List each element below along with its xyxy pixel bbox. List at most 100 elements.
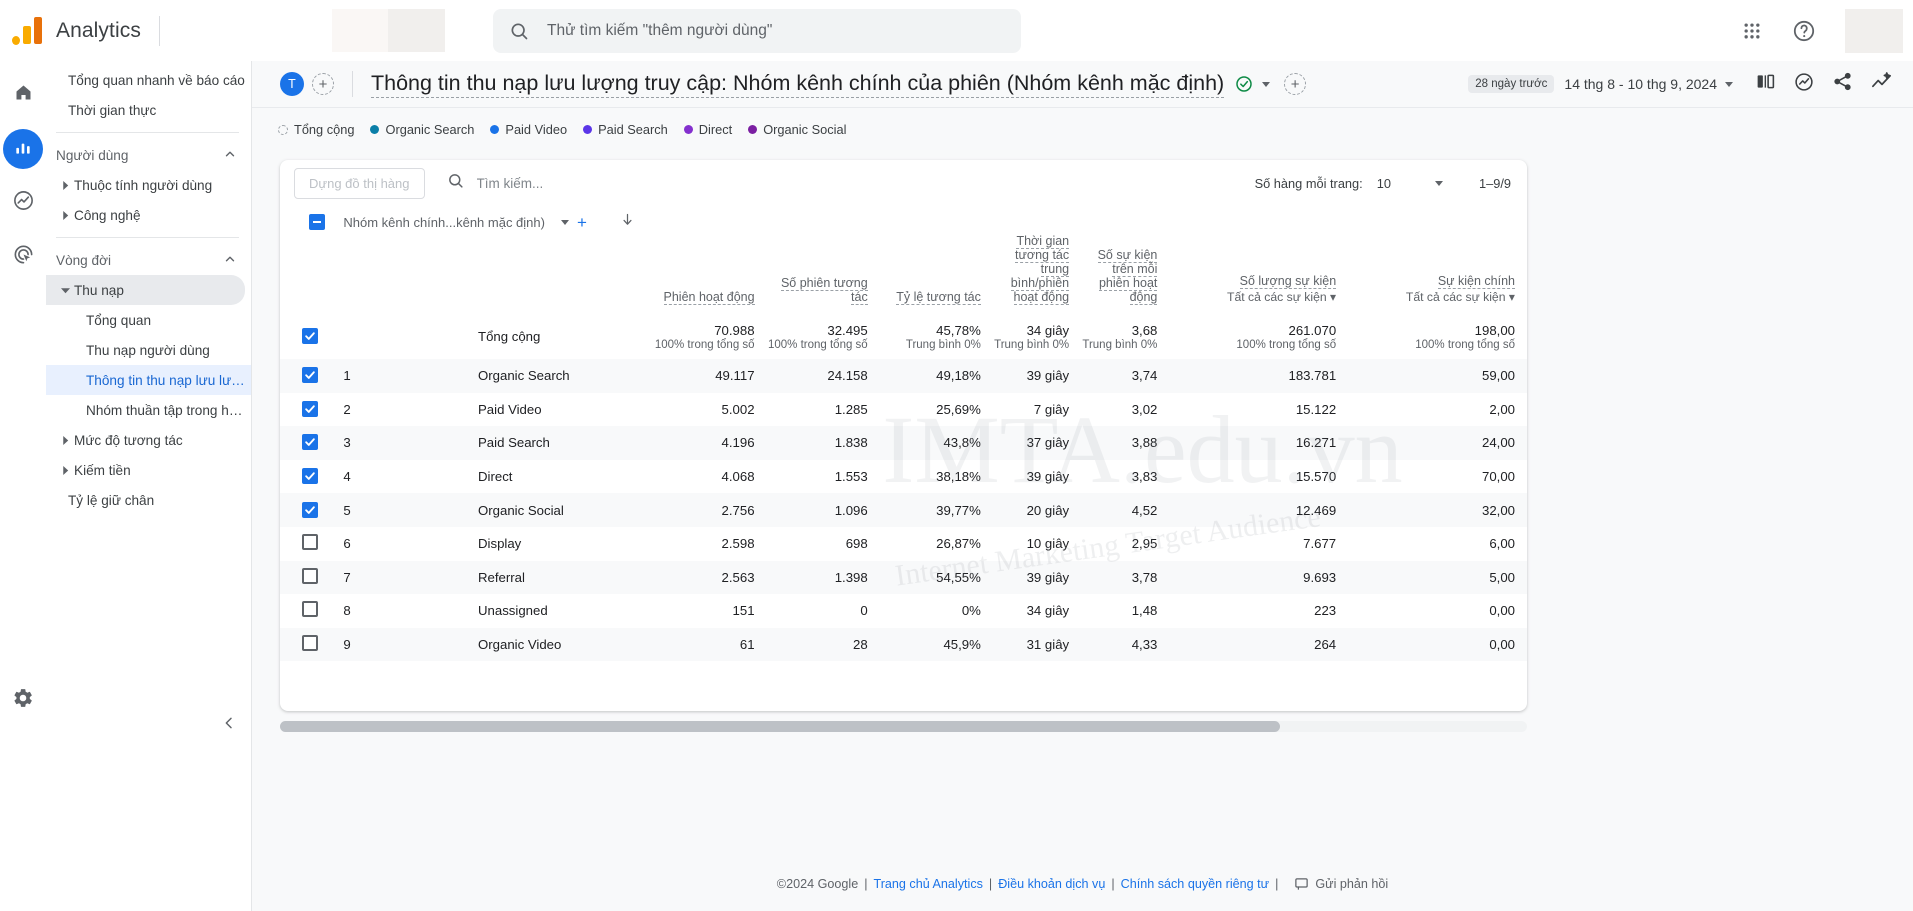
sidebar-item-7[interactable]: Tổng quan [46, 305, 245, 335]
compare-icon[interactable] [1755, 71, 1776, 97]
sidebar-collapse-button[interactable] [216, 710, 242, 736]
row-label-cell[interactable]: Unassigned [478, 594, 653, 628]
row-label-cell[interactable]: Direct [478, 460, 653, 494]
footer-link-privacy[interactable]: Chính sách quyền riêng tư [1121, 877, 1269, 891]
sidebar-item-10[interactable]: Nhóm thuần tập trong hoạ... [46, 395, 245, 425]
sidebar-item-12[interactable]: Kiếm tiền [46, 455, 245, 485]
table-row[interactable]: 1 Organic Search 49.117 24.158 49,18% 39 giây… [280, 359, 1527, 393]
share-icon[interactable] [1832, 71, 1853, 97]
table-row[interactable]: 2 Paid Video 5.002 1.285 25,69% 7 giây 3,02 15.… [280, 393, 1527, 427]
global-search[interactable] [493, 8, 1021, 53]
table-row[interactable]: 6 Display 2.598 698 26,87% 10 giây 2,95 7.677 6,… [280, 527, 1527, 561]
column-header-3[interactable]: Thời gian tương tác trung bình/phiên hoạ… [993, 206, 1081, 314]
rows-per-page-select[interactable]: 10 [1377, 176, 1443, 191]
table-row[interactable]: 9 Organic Video 61 28 45,9% 31 giây 4,33 264 0,0… [280, 627, 1527, 662]
table-row[interactable]: 8 Unassigned 151 0 0% 34 giây 1,48 223 0,00 [280, 594, 1527, 628]
apps-grid-icon[interactable] [1735, 14, 1769, 48]
row-checkbox[interactable] [302, 501, 318, 518]
legend-item-4[interactable]: Direct [683, 122, 732, 137]
dimension-header-label[interactable]: Nhóm kênh chính...kênh mặc định) [343, 215, 545, 230]
sidebar-item-9[interactable]: Thông tin thu nạp lưu lượn... [46, 365, 251, 395]
column-header-1[interactable]: Số phiên tương tác [767, 206, 880, 314]
verified-status[interactable] [1234, 74, 1271, 94]
row-label-cell[interactable]: Organic Search [478, 359, 653, 393]
date-range-selector[interactable]: 28 ngày trước 14 thg 8 - 10 thg 9, 2024 [1468, 75, 1733, 93]
legend-item-1[interactable]: Organic Search [370, 122, 474, 137]
row-checkbox[interactable] [302, 534, 318, 551]
table-row[interactable]: 7 Referral 2.563 1.398 54,55% 39 giây 3,78 9.69… [280, 560, 1527, 595]
row-checkbox-cell[interactable] [280, 460, 343, 494]
rail-item-home[interactable] [3, 75, 43, 115]
footer-link-analytics-home[interactable]: Trang chủ Analytics [873, 877, 982, 891]
chevron-down-icon[interactable] [560, 220, 569, 225]
row-label-cell[interactable]: Referral [478, 561, 653, 595]
legend-item-0[interactable]: Tổng cộng [278, 122, 354, 137]
row-checkbox-cell[interactable] [280, 359, 343, 393]
column-header-6[interactable]: Sự kiện chính Tất cả các sự kiện ▾ [1348, 206, 1527, 314]
row-checkbox-cell[interactable] [280, 426, 343, 460]
horizontal-scrollbar[interactable] [280, 721, 1527, 732]
account-chip-placeholder[interactable] [332, 9, 388, 52]
row-checkbox-cell[interactable] [280, 594, 343, 628]
search-input[interactable] [545, 20, 1005, 41]
column-header-2[interactable]: Tỷ lệ tương tác [880, 206, 993, 314]
row-checkbox[interactable] [302, 400, 318, 417]
column-header-4[interactable]: Số sự kiện trên mỗi phiên hoạt động [1081, 206, 1169, 314]
sidebar-item-1[interactable]: Thời gian thực [46, 95, 245, 125]
row-checkbox-cell[interactable] [280, 314, 343, 359]
table-row[interactable]: 4 Direct 4.068 1.553 38,18% 39 giây 3,83 15.570… [280, 460, 1527, 494]
row-label-cell[interactable]: Paid Video [478, 393, 653, 427]
table-row[interactable]: 3 Paid Search 4.196 1.838 43,8% 37 giây 3,88 16… [280, 426, 1527, 460]
row-checkbox[interactable] [302, 567, 318, 584]
help-circle-icon[interactable] [1787, 14, 1821, 48]
rail-item-advertising[interactable] [3, 237, 43, 277]
row-checkbox-cell[interactable] [280, 527, 343, 561]
row-checkbox[interactable] [302, 367, 318, 384]
chevron-up-icon[interactable] [223, 147, 237, 164]
chevron-up-icon[interactable] [223, 252, 237, 269]
row-checkbox-cell[interactable] [280, 493, 343, 527]
scrollbar-thumb[interactable] [280, 721, 1280, 732]
sidebar-item-8[interactable]: Thu nạp người dùng [46, 335, 245, 365]
sidebar-item-11[interactable]: Mức độ tương tác [46, 425, 245, 455]
sidebar-item-3[interactable]: Thuộc tính người dùng [46, 170, 245, 200]
rail-item-settings[interactable] [3, 680, 43, 720]
page-title[interactable]: Thông tin thu nạp lưu lượng truy cập: Nh… [371, 71, 1225, 98]
rail-item-reports[interactable] [3, 129, 43, 169]
send-feedback-button[interactable]: Gửi phản hồi [1294, 876, 1388, 891]
sidebar-item-13[interactable]: Tỷ lệ giữ chân [46, 485, 245, 515]
trend-icon[interactable] [1870, 70, 1893, 98]
column-header-filter[interactable]: Tất cả các sự kiện ▾ [1348, 290, 1515, 304]
column-header-5[interactable]: Số lượng sự kiện Tất cả các sự kiện ▾ [1169, 206, 1348, 314]
row-label-cell[interactable]: Paid Search [478, 426, 653, 460]
sort-descending-icon[interactable] [613, 206, 654, 314]
add-collaborator-icon[interactable]: + [312, 73, 334, 95]
plot-rows-button[interactable]: Dựng đồ thị hàng [294, 167, 425, 199]
row-checkbox[interactable] [302, 601, 318, 618]
row-label-cell[interactable]: Display [478, 527, 653, 561]
select-all-checkbox[interactable] [308, 214, 325, 230]
column-header-filter[interactable]: Tất cả các sự kiện ▾ [1169, 290, 1336, 304]
rail-item-explore[interactable] [3, 183, 43, 223]
column-header-0[interactable]: Phiên hoạt động [653, 206, 766, 314]
property-chip-placeholder[interactable] [388, 9, 445, 52]
scrollbar-track[interactable] [280, 721, 1527, 732]
row-checkbox[interactable] [302, 635, 318, 652]
sidebar-item-4[interactable]: Công nghệ [46, 200, 245, 230]
date-range-text[interactable]: 14 thg 8 - 10 thg 9, 2024 [1564, 76, 1717, 92]
add-dimension-icon[interactable]: + [577, 214, 587, 231]
insights-icon[interactable] [1793, 71, 1815, 98]
row-label-cell[interactable]: Organic Video [478, 628, 653, 662]
table-row[interactable]: 5 Organic Social 2.756 1.096 39,77% 20 giây 4,… [280, 493, 1527, 527]
row-checkbox[interactable] [302, 434, 318, 451]
row-checkbox-cell[interactable] [280, 628, 343, 662]
row-checkbox-cell[interactable] [280, 561, 343, 595]
user-avatar[interactable] [1845, 8, 1903, 53]
table-search[interactable] [447, 172, 655, 194]
avatar[interactable]: T [280, 72, 304, 96]
row-checkbox-cell[interactable] [280, 393, 343, 427]
footer-link-terms[interactable]: Điều khoản dịch vụ [998, 877, 1105, 891]
add-comparison-icon[interactable]: + [1284, 73, 1307, 95]
row-checkbox[interactable] [302, 468, 318, 485]
row-checkbox[interactable] [302, 328, 318, 344]
